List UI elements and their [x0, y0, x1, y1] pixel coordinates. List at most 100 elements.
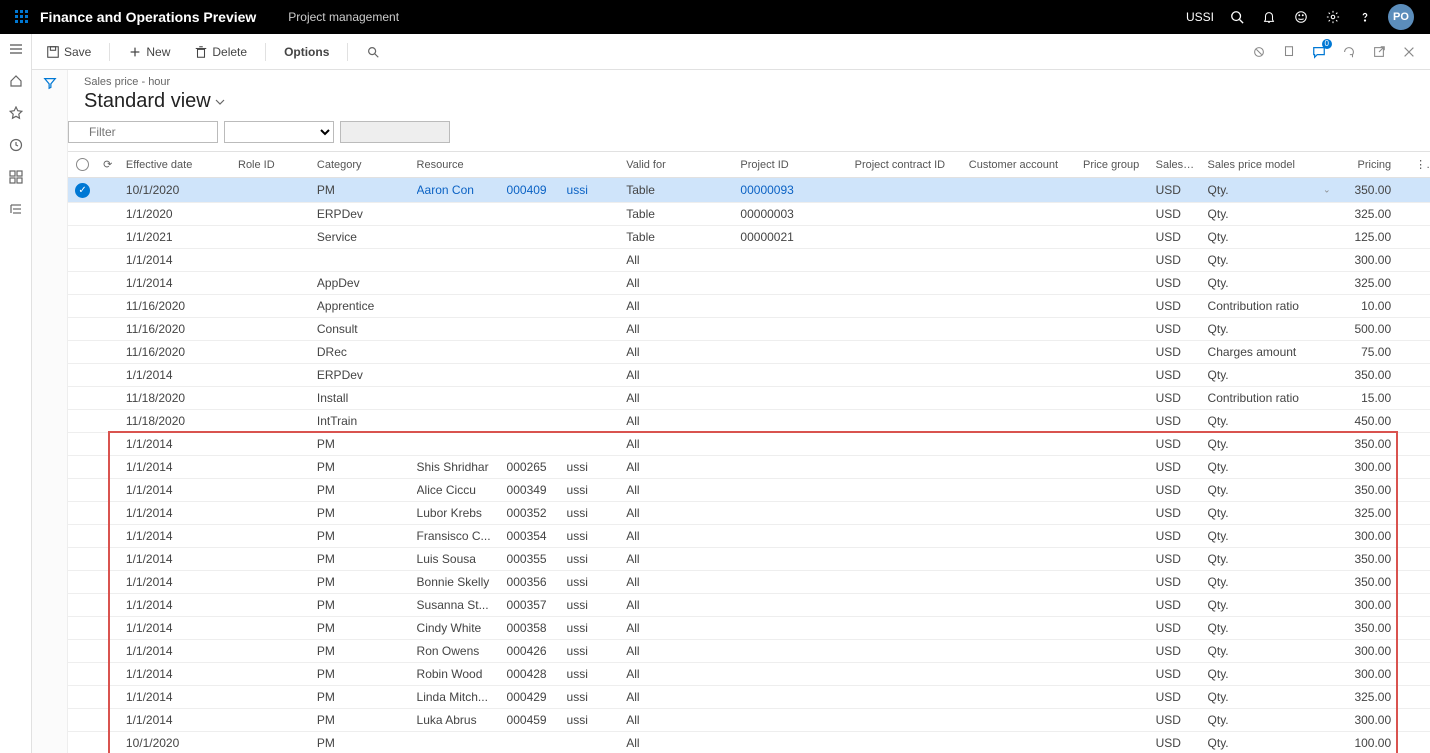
workspaces-icon[interactable] — [7, 168, 25, 186]
refresh-icon[interactable] — [1336, 39, 1362, 65]
table-row[interactable]: 1/1/2014PMLuis Sousa000355ussiAllUSDQty.… — [68, 548, 1430, 571]
col-project-id[interactable]: Project ID — [734, 152, 848, 178]
actionbar-search-button[interactable] — [356, 41, 390, 63]
sales-price-grid: ⟳ Effective date Role ID Category Resour… — [68, 152, 1430, 753]
row-selector[interactable] — [68, 548, 97, 571]
table-row[interactable]: 1/1/2014PMAllUSDQty.350.00 — [68, 433, 1430, 456]
row-selector[interactable] — [68, 571, 97, 594]
table-row[interactable]: 1/1/2014PMBonnie Skelly000356ussiAllUSDQ… — [68, 571, 1430, 594]
table-row[interactable]: 1/1/2014PMRon Owens000426ussiAllUSDQty.3… — [68, 640, 1430, 663]
star-icon[interactable] — [7, 104, 25, 122]
view-title[interactable]: Standard view — [68, 88, 1430, 121]
row-selector[interactable] — [68, 410, 97, 433]
row-selector[interactable] — [68, 203, 97, 226]
table-row[interactable]: 11/18/2020InstallAllUSDContribution rati… — [68, 387, 1430, 410]
col-more[interactable]: ⋮ — [1409, 152, 1430, 178]
col-resource[interactable]: Resource — [411, 152, 621, 178]
company-picker[interactable]: USSI — [1186, 10, 1214, 24]
row-selector[interactable] — [68, 594, 97, 617]
col-effective-date[interactable]: Effective date — [120, 152, 232, 178]
home-icon[interactable] — [7, 72, 25, 90]
row-selector[interactable] — [68, 686, 97, 709]
module-link[interactable]: Project management — [272, 10, 399, 24]
table-row[interactable]: 1/1/2014PMLuka Abrus000459ussiAllUSDQty.… — [68, 709, 1430, 732]
col-role-id[interactable]: Role ID — [232, 152, 311, 178]
col-project-contract-id[interactable]: Project contract ID — [849, 152, 963, 178]
row-selector[interactable] — [68, 272, 97, 295]
filter-extra-box[interactable] — [340, 121, 450, 143]
table-row[interactable]: 11/16/2020ApprenticeAllUSDContribution r… — [68, 295, 1430, 318]
table-row[interactable]: 1/1/2014PMCindy White000358ussiAllUSDQty… — [68, 617, 1430, 640]
filter-field-select[interactable] — [224, 121, 334, 143]
col-sales-price-model[interactable]: Sales price model — [1202, 152, 1337, 178]
table-row[interactable]: 1/1/2014PMShis Shridhar000265ussiAllUSDQ… — [68, 456, 1430, 479]
col-pricing[interactable]: Pricing — [1336, 152, 1409, 178]
save-button[interactable]: Save — [36, 41, 101, 63]
delete-button[interactable]: Delete — [184, 41, 257, 63]
top-bar: Finance and Operations Preview Project m… — [0, 0, 1430, 34]
table-row[interactable]: 1/1/2014PMFransisco C...000354ussiAllUSD… — [68, 525, 1430, 548]
col-category[interactable]: Category — [311, 152, 411, 178]
table-row[interactable]: 1/1/2014PMLinda Mitch...000429ussiAllUSD… — [68, 686, 1430, 709]
row-selector[interactable] — [68, 525, 97, 548]
row-selector[interactable] — [68, 617, 97, 640]
table-row[interactable]: 11/18/2020IntTrainAllUSDQty.450.00 — [68, 410, 1430, 433]
row-selector[interactable] — [68, 709, 97, 732]
table-row[interactable]: 1/1/2014PMAlice Ciccu000349ussiAllUSDQty… — [68, 479, 1430, 502]
col-valid-for[interactable]: Valid for — [620, 152, 734, 178]
options-button[interactable]: Options — [274, 41, 339, 63]
refresh-header[interactable]: ⟳ — [97, 152, 120, 178]
filter-pane-toggle[interactable] — [32, 70, 68, 753]
hamburger-icon[interactable] — [7, 40, 25, 58]
table-row[interactable]: 10/1/2020PMAllUSDQty.100.00 — [68, 732, 1430, 753]
funnel-icon — [43, 76, 57, 753]
grid-wrap[interactable]: ⟳ Effective date Role ID Category Resour… — [68, 151, 1430, 753]
app-launcher-icon[interactable] — [8, 10, 36, 24]
close-icon[interactable] — [1396, 39, 1422, 65]
avatar[interactable]: PO — [1388, 4, 1414, 30]
row-selector[interactable] — [68, 502, 97, 525]
row-selector[interactable] — [68, 732, 97, 753]
row-selector[interactable] — [68, 318, 97, 341]
row-selector[interactable] — [68, 433, 97, 456]
row-selector[interactable] — [68, 640, 97, 663]
table-row[interactable]: 1/1/2014PMRobin Wood000428ussiAllUSDQty.… — [68, 663, 1430, 686]
row-selector[interactable] — [68, 249, 97, 272]
row-selector[interactable] — [68, 456, 97, 479]
recent-icon[interactable] — [7, 136, 25, 154]
table-row[interactable]: ✓10/1/2020PMAaron Con000409ussiTable0000… — [68, 178, 1430, 203]
col-price-group[interactable]: Price group — [1077, 152, 1150, 178]
table-row[interactable]: 11/16/2020ConsultAllUSDQty.500.00 — [68, 318, 1430, 341]
popout-icon[interactable] — [1366, 39, 1392, 65]
table-row[interactable]: 1/1/2014AllUSDQty.300.00 — [68, 249, 1430, 272]
row-selector[interactable] — [68, 295, 97, 318]
attach-icon[interactable] — [1246, 39, 1272, 65]
filter-input[interactable] — [68, 121, 218, 143]
table-row[interactable]: 1/1/2020ERPDevTable00000003USDQty.325.00 — [68, 203, 1430, 226]
search-icon[interactable] — [1228, 8, 1246, 26]
col-sales-currency[interactable]: Sales curr... — [1150, 152, 1202, 178]
table-row[interactable]: 1/1/2014AppDevAllUSDQty.325.00 — [68, 272, 1430, 295]
new-button[interactable]: New — [118, 41, 180, 63]
pin-icon[interactable] — [1276, 39, 1302, 65]
row-selector[interactable] — [68, 663, 97, 686]
smiley-icon[interactable] — [1292, 8, 1310, 26]
row-selector[interactable] — [68, 364, 97, 387]
help-icon[interactable] — [1356, 8, 1374, 26]
message-icon[interactable]: 0 — [1306, 39, 1332, 65]
row-selector[interactable] — [68, 226, 97, 249]
row-selector[interactable] — [68, 387, 97, 410]
row-selector[interactable] — [68, 479, 97, 502]
gear-icon[interactable] — [1324, 8, 1342, 26]
table-row[interactable]: 1/1/2014ERPDevAllUSDQty.350.00 — [68, 364, 1430, 387]
bell-icon[interactable] — [1260, 8, 1278, 26]
table-row[interactable]: 1/1/2021ServiceTable00000021USDQty.125.0… — [68, 226, 1430, 249]
modules-icon[interactable] — [7, 200, 25, 218]
table-row[interactable]: 1/1/2014PMLubor Krebs000352ussiAllUSDQty… — [68, 502, 1430, 525]
table-row[interactable]: 11/16/2020DRecAllUSDCharges amount75.00 — [68, 341, 1430, 364]
row-selector[interactable]: ✓ — [68, 178, 97, 203]
row-selector[interactable] — [68, 341, 97, 364]
col-customer-account[interactable]: Customer account — [963, 152, 1077, 178]
table-row[interactable]: 1/1/2014PMSusanna St...000357ussiAllUSDQ… — [68, 594, 1430, 617]
select-all-header[interactable] — [68, 152, 97, 178]
